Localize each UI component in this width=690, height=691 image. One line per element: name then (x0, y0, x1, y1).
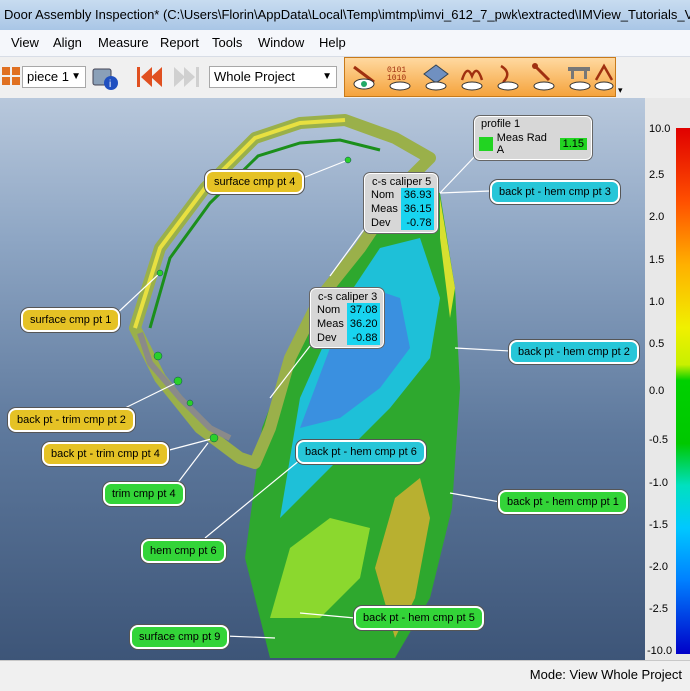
project-select-value: Whole Project (214, 69, 295, 84)
piece-info-icon[interactable]: i (90, 61, 120, 93)
callout-trim-cmp-pt-4[interactable]: trim cmp pt 4 (103, 482, 185, 506)
toolbar-overflow-icon[interactable]: ▾ (618, 85, 623, 96)
meas-label: Meas (371, 203, 398, 215)
profile-title: profile 1 (481, 118, 521, 130)
nom-value: 36.93 (400, 188, 435, 202)
svg-text:i: i (109, 79, 111, 90)
status-bar: Mode: View Whole Project (0, 660, 690, 691)
scale-label: 2.0 (649, 211, 665, 223)
scale-label: 1.5 (649, 254, 665, 266)
menu-view[interactable]: View (11, 35, 39, 50)
menu-measure[interactable]: Measure (98, 35, 149, 50)
first-piece-icon[interactable] (134, 61, 164, 93)
caliper-panel-3[interactable]: c-s caliper 3 Nom 37.08 Meas 36.20 Dev -0.8… (310, 288, 385, 348)
view-toolbar: 0101 1010 (344, 57, 616, 97)
profile-label: Meas Rad A (496, 132, 547, 156)
deviation-color-scale: 10.0 2.5 2.0 1.5 1.0 0.5 0.0 -0.5 -1.0 -… (645, 98, 690, 660)
nom-value: 37.08 (346, 303, 381, 317)
caliper-title: c-s caliper 3 (318, 291, 378, 303)
menu-align[interactable]: Align (53, 35, 82, 50)
piece-select-value: piece 1 (27, 69, 69, 84)
last-piece-icon[interactable] (172, 61, 202, 93)
color-scale-bar (676, 128, 690, 654)
scale-label: 10.0 (649, 123, 671, 135)
show-curves-icon[interactable] (457, 62, 487, 92)
dev-label: Dev (371, 217, 391, 229)
scale-label: -2.5 (649, 603, 668, 615)
scale-label: -1.0 (649, 477, 668, 489)
callout-hem-cmp-pt-6[interactable]: hem cmp pt 6 (141, 539, 226, 563)
show-mesh-icon[interactable] (421, 62, 451, 92)
callout-surface-cmp-pt-1[interactable]: surface cmp pt 1 (21, 308, 121, 332)
menu-window[interactable]: Window (258, 35, 304, 50)
show-data-icon[interactable]: 0101 1010 (385, 62, 415, 92)
chevron-down-icon: ▼ (71, 71, 81, 82)
scale-label: -2.0 (649, 561, 668, 573)
show-features-icon[interactable] (349, 62, 379, 92)
svg-text:1010: 1010 (387, 74, 406, 83)
scale-label: 1.0 (649, 296, 665, 308)
scale-label: 0.0 (649, 385, 665, 397)
menu-tools[interactable]: Tools (212, 35, 242, 50)
nom-label: Nom (371, 189, 395, 201)
show-annotations-icon[interactable] (593, 62, 615, 92)
project-select[interactable]: Whole Project ▼ (209, 66, 337, 88)
profile-value: 1.15 (559, 138, 587, 150)
piece-select[interactable]: piece 1 ▼ (22, 66, 86, 88)
scale-label: 2.5 (649, 169, 665, 181)
title-bar: Door Assembly Inspection* (C:\Users\Flor… (0, 0, 690, 30)
dev-label: Dev (317, 332, 337, 344)
meas-value: 36.20 (346, 317, 381, 331)
caliper-panel-5[interactable]: c-s caliper 5 Nom 36.93 Meas 36.15 Dev -0.7… (364, 173, 439, 233)
meas-label: Meas (317, 318, 344, 330)
show-calipers-icon[interactable] (565, 62, 595, 92)
profile-panel[interactable]: profile 1 Meas Rad A 1.15 (474, 116, 592, 160)
scale-label: 0.5 (649, 338, 665, 350)
callout-back-pt-trim-cmp-pt-4[interactable]: back pt - trim cmp pt 4 (42, 442, 169, 466)
scale-label: -1.5 (649, 519, 668, 531)
show-probes-icon[interactable] (529, 62, 559, 92)
callout-surface-cmp-pt-9[interactable]: surface cmp pt 9 (130, 625, 230, 649)
callout-back-pt-hem-cmp-pt-2[interactable]: back pt - hem cmp pt 2 (509, 340, 639, 364)
menu-bar: View Align Measure Report Tools Window H… (0, 30, 690, 57)
window-title: Door Assembly Inspection* (C:\Users\Flor… (4, 7, 690, 22)
caliper-title: c-s caliper 5 (372, 176, 432, 188)
meas-value: 36.15 (400, 202, 435, 216)
callout-back-pt-hem-cmp-pt-1[interactable]: back pt - hem cmp pt 1 (498, 490, 628, 514)
callout-back-pt-hem-cmp-pt-5[interactable]: back pt - hem cmp pt 5 (354, 606, 484, 630)
scale-label: -0.5 (649, 434, 668, 446)
callout-back-pt-hem-cmp-pt-6[interactable]: back pt - hem cmp pt 6 (296, 440, 426, 464)
dev-value: -0.78 (400, 216, 435, 230)
nom-label: Nom (317, 304, 341, 316)
dev-value: -0.88 (346, 331, 381, 345)
callout-back-pt-hem-cmp-pt-3[interactable]: back pt - hem cmp pt 3 (490, 180, 620, 204)
chevron-down-icon: ▼ (322, 71, 332, 82)
profile-color-swatch (479, 137, 493, 151)
callout-back-pt-trim-cmp-pt-2[interactable]: back pt - trim cmp pt 2 (8, 408, 135, 432)
scale-label: -10.0 (647, 645, 673, 657)
callout-surface-cmp-pt-4[interactable]: surface cmp pt 4 (205, 170, 305, 194)
menu-help[interactable]: Help (319, 35, 346, 50)
menu-report[interactable]: Report (160, 35, 199, 50)
show-points-icon[interactable] (493, 62, 523, 92)
status-mode: Mode: View Whole Project (529, 667, 682, 682)
3d-viewport[interactable]: profile 1 Meas Rad A 1.15 c-s caliper 5 … (0, 98, 645, 660)
